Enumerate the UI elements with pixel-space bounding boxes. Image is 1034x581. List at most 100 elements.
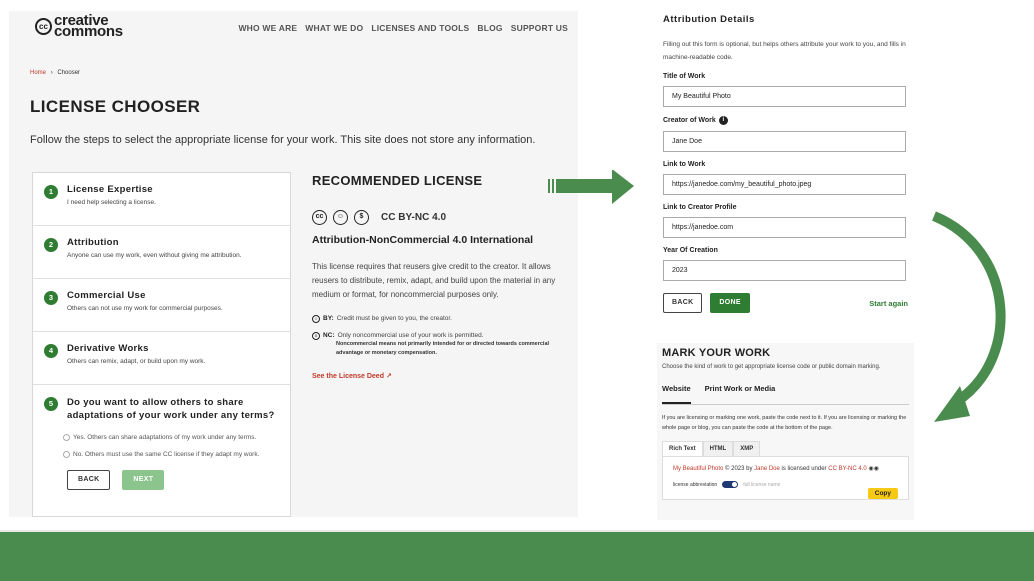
recommended-heading: RECOMMENDED LICENSE: [312, 173, 483, 188]
nav-blog[interactable]: BLOG: [477, 23, 502, 33]
code-tabs: Rich Text HTML XMP: [662, 441, 909, 456]
start-again-link[interactable]: Start again: [869, 299, 908, 308]
year-label-text: Year Of Creation: [663, 247, 718, 254]
info-icon[interactable]: i: [718, 116, 728, 125]
intro-text: Follow the steps to select the appropria…: [30, 134, 536, 146]
nav-licenses-and-tools[interactable]: LICENSES AND TOOLS: [371, 23, 469, 33]
arrow-bar: [552, 179, 554, 193]
tab-html[interactable]: HTML: [702, 441, 734, 456]
step-title: Attribution: [67, 237, 119, 248]
year-input[interactable]: 2023: [663, 260, 906, 281]
code-box: My Beautiful Photo © 2023 by Jane Doe is…: [662, 456, 909, 500]
step-buttons: BACK NEXT: [67, 470, 282, 491]
nav-what-we-do[interactable]: WHAT WE DO: [305, 23, 363, 33]
form-buttons: BACK DONE Start again: [663, 293, 908, 313]
abbr-toggle[interactable]: [722, 481, 739, 488]
option-yes[interactable]: Yes. Others can share adaptations of my …: [63, 434, 282, 441]
nc-subtext: Noncommercial means not primarily intend…: [336, 341, 550, 356]
creator-input[interactable]: Jane Doe: [663, 131, 906, 152]
top-nav: WHO WE ARE WHAT WE DO LICENSES AND TOOLS…: [238, 23, 568, 33]
work-link-label-text: Link to Work: [663, 161, 706, 168]
form-back-button[interactable]: BACK: [663, 293, 703, 313]
deed-link-text: See the License Deed: [312, 373, 384, 380]
nc-small-icon: $: [312, 332, 320, 340]
breadcrumb: Home › Chooser: [30, 70, 80, 76]
license-deed-link[interactable]: See the License Deed ↗: [312, 372, 562, 380]
logo-text: creative commons: [54, 12, 123, 40]
breadcrumb-separator: ›: [50, 70, 53, 76]
profile-link-input[interactable]: https://janedoe.com: [663, 217, 906, 238]
attr-middle2: is licensed under: [781, 466, 827, 472]
curved-arrow-icon: [932, 211, 1006, 422]
arrow-bar: [548, 179, 550, 193]
work-link-label: Link to Work: [663, 161, 908, 168]
step-desc: Others can not use my work for commercia…: [67, 305, 223, 312]
recommended-license: RECOMMENDED LICENSE cc ☺ $ CC BY-NC 4.0 …: [312, 173, 562, 380]
step-share-adaptations: 5 Do you want to allow others to share a…: [33, 385, 290, 500]
year-label: Year Of Creation: [663, 247, 908, 254]
breadcrumb-current: Chooser: [57, 70, 81, 76]
done-button[interactable]: DONE: [710, 293, 750, 313]
license-name: Attribution-NonCommercial 4.0 Internatio…: [312, 234, 534, 246]
step-derivative-works[interactable]: 4 Derivative Works Others can remix, ada…: [33, 332, 290, 385]
title-label: Title of Work: [663, 73, 908, 80]
nc-element: $ NC: Only noncommercial use of your wor…: [312, 332, 562, 340]
form-heading: Attribution Details: [663, 14, 755, 25]
creator-label: Creator of Work i: [663, 116, 908, 125]
mini-license-icons: ◉◉: [868, 466, 879, 472]
step-number: 1: [44, 185, 58, 199]
nc-icon: $: [354, 210, 369, 225]
page-title: LICENSE CHOOSER: [30, 97, 201, 116]
tab-website[interactable]: Website: [662, 384, 691, 404]
tab-print-work[interactable]: Print Work or Media: [705, 384, 776, 404]
work-title-link[interactable]: My Beautiful Photo: [673, 466, 723, 472]
option-no[interactable]: No. Others must use the same CC license …: [63, 451, 282, 458]
back-button[interactable]: BACK: [67, 470, 111, 491]
external-link-icon: ↗: [385, 373, 392, 380]
option-yes-label: Yes. Others can share adaptations of my …: [73, 434, 257, 442]
footer-band: [0, 532, 1034, 581]
abbr-label: license abbreviation: [673, 481, 718, 488]
work-link-input[interactable]: https://janedoe.com/my_beautiful_photo.j…: [663, 174, 906, 195]
nav-who-we-are[interactable]: WHO WE ARE: [238, 23, 297, 33]
profile-link-label-text: Link to Creator Profile: [663, 204, 737, 211]
radio-icon[interactable]: [63, 434, 70, 441]
step-desc: I need help selecting a license.: [67, 199, 156, 206]
title-input[interactable]: My Beautiful Photo: [663, 86, 906, 107]
step-commercial-use[interactable]: 3 Commercial Use Others can not use my w…: [33, 279, 290, 332]
step-number: 3: [44, 291, 58, 305]
step-title: Commercial Use: [67, 290, 146, 301]
radio-icon[interactable]: [63, 451, 70, 459]
by-element: ☺ BY: Credit must be given to you, the c…: [312, 315, 562, 323]
by-icon: ☺: [333, 210, 348, 225]
cc-icon: cc: [312, 210, 327, 225]
step-number: 5: [44, 397, 58, 411]
step-title: Do you want to allow others to share ada…: [67, 397, 275, 421]
license-code: CC BY-NC 4.0: [381, 212, 447, 223]
nc-label: NC:: [323, 332, 335, 339]
author-link[interactable]: Jane Doe: [754, 466, 780, 472]
curved-arrow-shaft: [932, 211, 1006, 407]
arrow-head: [612, 170, 634, 204]
right-arrow-icon: [548, 170, 634, 204]
step-attribution[interactable]: 2 Attribution Anyone can use my work, ev…: [33, 226, 290, 279]
breadcrumb-home[interactable]: Home: [30, 70, 46, 76]
by-label: BY:: [323, 315, 334, 322]
mark-tabs: Website Print Work or Media: [662, 384, 909, 405]
attribution-form: Attribution Details Filling out this for…: [663, 14, 908, 313]
title-label-text: Title of Work: [663, 73, 706, 80]
copy-button[interactable]: Copy: [867, 488, 898, 499]
tab-rich-text[interactable]: Rich Text: [662, 441, 703, 456]
nav-support-us[interactable]: SUPPORT US: [511, 23, 568, 33]
mark-heading: MARK YOUR WORK: [662, 347, 771, 359]
tab-xmp[interactable]: XMP: [733, 441, 761, 456]
step-desc: Others can remix, adapt, or build upon m…: [67, 358, 206, 365]
cc-logo[interactable]: cc creative commons: [35, 12, 142, 40]
next-button[interactable]: NEXT: [122, 470, 165, 491]
mark-your-work-panel: MARK YOUR WORK Choose the kind of work t…: [657, 343, 914, 520]
creator-label-text: Creator of Work: [663, 117, 716, 124]
step-title: License Expertise: [67, 184, 153, 195]
license-link[interactable]: CC BY-NC 4.0: [828, 466, 866, 472]
license-icons-row: cc ☺ $ CC BY-NC 4.0: [312, 210, 562, 225]
step-license-expertise[interactable]: 1 License Expertise I need help selectin…: [33, 173, 290, 226]
